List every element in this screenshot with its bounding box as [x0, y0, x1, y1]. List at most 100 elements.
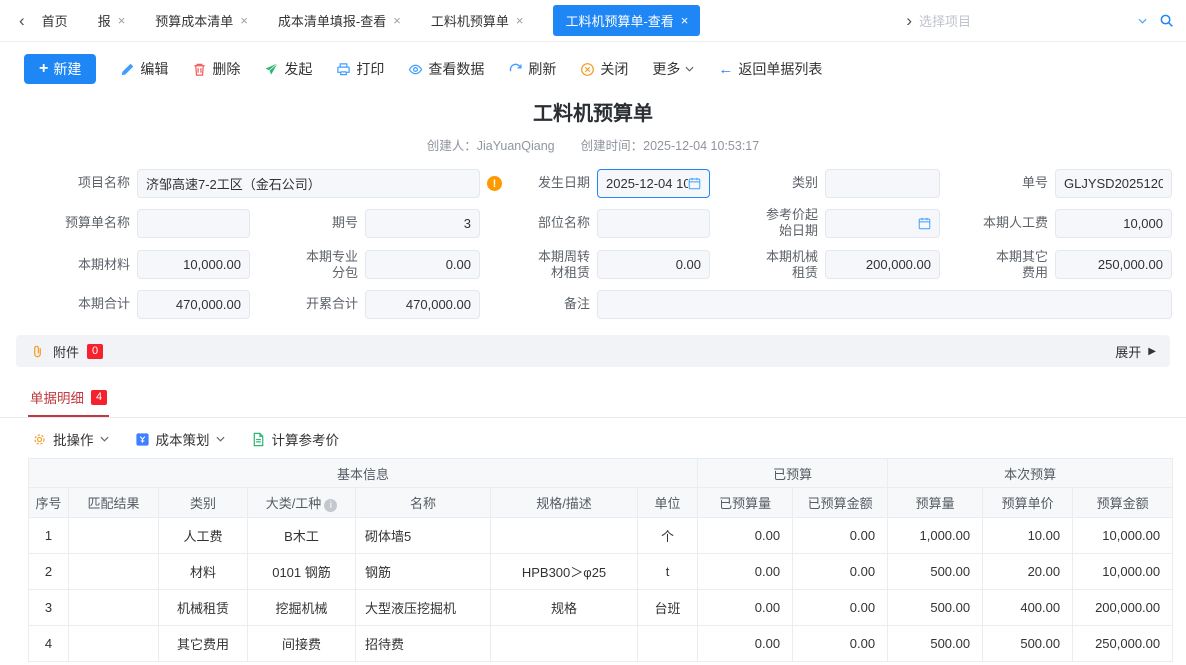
other-cost-field[interactable]: 250,000.00 [1055, 250, 1172, 279]
more-button-label: 更多 [652, 59, 680, 79]
project-select[interactable]: 选择项目 [919, 11, 1147, 30]
creator-value: JiaYuanQiang [477, 139, 555, 153]
refresh-button[interactable]: 刷新 [508, 59, 556, 79]
budget-name-label: 预算单名称 [20, 215, 130, 231]
col-spec: 规格/描述 [491, 488, 638, 518]
table-row[interactable]: 1 人工费 B木工 砌体墙5 个 0.00 0.00 1,000.00 10.0… [29, 518, 1173, 554]
view-data-button[interactable]: 查看数据 [408, 59, 484, 79]
cost-plan-button[interactable]: 成本策划 [135, 429, 225, 449]
labor-cost-field[interactable]: 10,000 [1055, 209, 1172, 238]
machine-rent-field[interactable]: 200,000.00 [825, 250, 940, 279]
occur-date-label: 发生日期 [487, 175, 590, 191]
col-budgeted-qty: 已预算量 [698, 488, 793, 518]
doc-no-field[interactable]: GLJYSD202512040 [1055, 169, 1172, 198]
cell-unit: 个 [638, 518, 698, 554]
scroll-left-icon[interactable]: ‹ [12, 11, 32, 31]
close-button[interactable]: 关闭 [580, 59, 628, 79]
new-button[interactable]: +新建 [24, 54, 96, 84]
doc-no-label: 单号 [947, 175, 1048, 191]
part-name-field[interactable] [597, 209, 710, 238]
close-icon[interactable]: × [516, 13, 524, 28]
occur-date-value: 2025-12-04 10: [606, 176, 688, 191]
tab-label: 首页 [42, 11, 68, 30]
tab-lmm-budget-view[interactable]: 工料机预算单-查看× [553, 5, 700, 36]
cell-budget-price: 400.00 [983, 590, 1073, 626]
cell-budget-qty: 500.00 [888, 626, 983, 662]
col-budget-qty: 预算量 [888, 488, 983, 518]
close-icon[interactable]: × [118, 13, 126, 28]
table-row[interactable]: 4 其它费用 间接费 招待费 0.00 0.00 500.00 500.00 2… [29, 626, 1173, 662]
plus-icon: + [39, 61, 48, 77]
tab-cost-list-fill-view[interactable]: 成本清单填报-查看× [278, 11, 401, 30]
more-button[interactable]: 更多 [652, 59, 694, 79]
attachment-bar[interactable]: 附件 0 展开 ▶ [16, 335, 1170, 367]
cumulative-total-field[interactable]: 470,000.00 [365, 290, 480, 319]
table-row[interactable]: 3 机械租赁 挖掘机械 大型液压挖掘机 规格 台班 0.00 0.00 500.… [29, 590, 1173, 626]
printer-icon [336, 62, 351, 77]
cell-name: 大型液压挖掘机 [356, 590, 491, 626]
table-group-header: 基本信息 已预算 本次预算 [29, 459, 1173, 488]
cell-major-class: 挖掘机械 [248, 590, 356, 626]
print-button-label: 打印 [356, 59, 384, 79]
cell-budget-qty: 500.00 [888, 590, 983, 626]
cell-budget-price: 500.00 [983, 626, 1073, 662]
close-icon[interactable]: × [393, 13, 401, 28]
part-name-label: 部位名称 [487, 215, 590, 231]
cell-unit: t [638, 554, 698, 590]
budget-name-field[interactable] [137, 209, 250, 238]
cumulative-total-label: 开累合计 [257, 296, 358, 312]
cumulative-total-value: 470,000.00 [406, 297, 471, 312]
delete-button[interactable]: 删除 [192, 59, 240, 79]
detail-tab-label: 单据明细 [30, 387, 84, 407]
back-button[interactable]: ← 返回单据列表 [718, 59, 822, 79]
arrow-left-icon: ← [718, 61, 733, 78]
subcontract-cost-field[interactable]: 0.00 [365, 250, 480, 279]
calc-ref-price-button[interactable]: 计算参考价 [251, 429, 340, 449]
category-field[interactable] [825, 169, 940, 198]
tab-budget-cost-list[interactable]: 预算成本清单× [155, 11, 248, 30]
table-row[interactable]: 2 材料 0101 钢筋 钢筋 HPB300＞φ25 t 0.00 0.00 5… [29, 554, 1173, 590]
period-total-field[interactable]: 470,000.00 [137, 290, 250, 319]
launch-button[interactable]: 发起 [264, 59, 312, 79]
page-title: 工料机预算单 [0, 97, 1186, 126]
close-button-label: 关闭 [600, 59, 628, 79]
warning-icon: ! [487, 176, 502, 191]
project-name-field[interactable]: 济邹高速7-2工区（金石公司） ! [137, 169, 480, 198]
print-button[interactable]: 打印 [336, 59, 384, 79]
launch-button-label: 发起 [284, 59, 312, 79]
expand-button[interactable]: 展开 ▶ [1115, 342, 1156, 361]
tab-lmm-budget[interactable]: 工料机预算单× [431, 11, 524, 30]
turnover-rent-field[interactable]: 0.00 [597, 250, 710, 279]
info-icon: i [324, 499, 337, 512]
tab-home[interactable]: 首页 [42, 11, 68, 30]
chevron-down-icon [100, 436, 109, 442]
batch-ops-button[interactable]: 批操作 [32, 429, 109, 449]
col-category: 类别 [159, 488, 248, 518]
material-cost-field[interactable]: 10,000.00 [137, 250, 250, 279]
group-current-budget: 本次预算 [888, 459, 1173, 488]
ref-price-start-field[interactable] [825, 209, 940, 238]
eye-icon [408, 62, 423, 77]
col-budget-amount: 预算金额 [1073, 488, 1173, 518]
col-seq: 序号 [29, 488, 69, 518]
cell-category: 人工费 [159, 518, 248, 554]
ref-price-start-label: 参考价起 始日期 [717, 207, 818, 240]
tab-bar: ‹ 首页 报× 预算成本清单× 成本清单填报-查看× 工料机预算单× 工料机预算… [0, 0, 1186, 42]
tab-detail[interactable]: 单据明细 4 [28, 380, 109, 417]
created-label: 创建时间： [581, 139, 644, 153]
cell-unit: 台班 [638, 590, 698, 626]
edit-button[interactable]: 编辑 [120, 59, 168, 79]
project-select-placeholder: 选择项目 [919, 11, 1130, 30]
occur-date-field[interactable]: 2025-12-04 10: [597, 169, 710, 198]
cell-budget-amount: 10,000.00 [1073, 554, 1173, 590]
cell-category: 材料 [159, 554, 248, 590]
period-no-field[interactable]: 3 [365, 209, 480, 238]
close-icon[interactable]: × [681, 13, 689, 28]
detail-count-badge: 4 [91, 390, 107, 405]
remark-field[interactable] [597, 290, 1172, 319]
close-icon[interactable]: × [240, 13, 248, 28]
paper-plane-icon [264, 62, 279, 77]
search-icon[interactable] [1159, 13, 1174, 28]
tab-truncated[interactable]: 报× [98, 11, 126, 30]
scroll-right-icon[interactable]: › [899, 11, 919, 31]
